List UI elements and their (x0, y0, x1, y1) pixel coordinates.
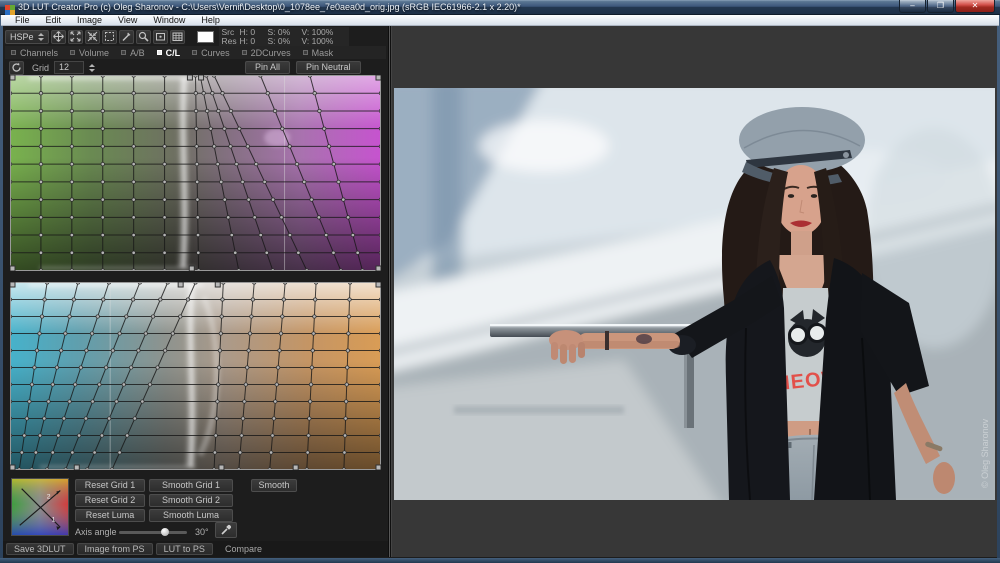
grid-view-button[interactable] (170, 30, 185, 44)
frame-tool-button[interactable] (153, 30, 168, 44)
refresh-icon (11, 62, 22, 73)
marquee-tool-button[interactable] (102, 30, 117, 44)
main-content: HSPe (3, 26, 997, 557)
menu-window[interactable]: Window (145, 15, 193, 25)
picker-icon (121, 31, 132, 42)
move-tool-button[interactable] (51, 30, 66, 44)
current-color-swatch[interactable] (197, 31, 214, 43)
reset-grid1-button[interactable]: Reset Grid 1 (75, 479, 145, 492)
res-val: V: 100% (302, 37, 346, 46)
photo-background (394, 88, 995, 500)
title-bar[interactable]: 3D LUT Creator Pro (c) Oleg Sharonov - C… (0, 0, 1000, 15)
color-grid-editor[interactable] (10, 75, 381, 271)
res-hue: H: 0 (240, 37, 268, 46)
grid-label: Grid (32, 63, 49, 73)
axis-angle-label: Axis angle (75, 527, 117, 537)
image-from-ps-button[interactable]: Image from PS (77, 543, 153, 555)
frame-icon (155, 31, 166, 42)
tab-curves[interactable]: Curves (186, 46, 236, 59)
axis-1-label: 1 (52, 516, 56, 523)
footer-bar: Save 3DLUT Image from PS LUT to PS Compa… (3, 541, 388, 557)
app-window: 3D LUT Creator Pro (c) Oleg Sharonov - C… (0, 0, 1000, 563)
image-viewer: MEOW (392, 26, 997, 557)
tab-ab[interactable]: A/B (115, 46, 151, 59)
lut-to-ps-button[interactable]: LUT to PS (156, 543, 213, 555)
photo-watermark: © Oleg Sharonov (980, 418, 990, 488)
marquee-icon (104, 31, 115, 42)
minimize-button[interactable]: – (899, 0, 926, 13)
grid-size-spinner[interactable] (89, 64, 95, 72)
pin-all-button[interactable]: Pin All (245, 61, 290, 74)
grid-icon (172, 31, 183, 42)
tab-2dcurves[interactable]: 2DCurves (236, 46, 297, 59)
axis-angle-slider[interactable] (119, 531, 187, 534)
expand-tool-button[interactable] (68, 30, 83, 44)
expand-icon (70, 31, 81, 42)
smooth-grid1-button[interactable]: Smooth Grid 1 (149, 479, 233, 492)
menu-image[interactable]: Image (69, 15, 110, 25)
compare-button[interactable]: Compare (225, 544, 262, 554)
menu-view[interactable]: View (110, 15, 145, 25)
refresh-button[interactable] (9, 61, 24, 75)
eyedropper-button[interactable] (215, 522, 237, 538)
zoom-tool-button[interactable] (136, 30, 151, 44)
preview-image[interactable]: MEOW (394, 88, 995, 500)
smooth-grid2-button[interactable]: Smooth Grid 2 (149, 494, 233, 507)
tab-mask[interactable]: Mask (297, 46, 340, 59)
app-icon (5, 2, 15, 12)
window-controls: – ❐ ✕ (898, 0, 995, 13)
toolbar: HSPe (5, 28, 386, 45)
slider-thumb[interactable] (161, 528, 169, 536)
contract-tool-button[interactable] (85, 30, 100, 44)
move-icon (53, 31, 64, 42)
tab-channels[interactable]: Channels (5, 46, 64, 59)
tab-cl[interactable]: C/L (151, 46, 187, 59)
save-3dlut-button[interactable]: Save 3DLUT (6, 543, 74, 555)
eyedropper-icon (220, 524, 232, 536)
reset-grid2-button[interactable]: Reset Grid 2 (75, 494, 145, 507)
color-mode-select[interactable]: HSPe (5, 30, 49, 44)
menu-file[interactable]: File (7, 15, 38, 25)
tab-volume[interactable]: Volume (64, 46, 115, 59)
close-button[interactable]: ✕ (955, 0, 995, 13)
luma-grid-editor[interactable] (10, 282, 381, 470)
mode-tabs: Channels Volume A/B C/L Curves 2DCurves … (5, 46, 386, 59)
mode-spinner[interactable] (38, 33, 44, 41)
smooth-luma-button[interactable]: Smooth Luma (149, 509, 233, 522)
axis-angle-value: 30° (195, 527, 209, 537)
tools-panel: HSPe (3, 26, 388, 557)
ab-plane-wheel[interactable]: 2 1 (11, 478, 69, 536)
contract-icon (87, 31, 98, 42)
pin-neutral-button[interactable]: Pin Neutral (296, 61, 361, 74)
res-sat: S: 0% (268, 37, 302, 46)
maximize-button[interactable]: ❐ (927, 0, 954, 13)
grid-size-field[interactable]: 12 (54, 61, 84, 74)
reset-luma-button[interactable]: Reset Luma (75, 509, 145, 522)
menu-bar: File Edit Image View Window Help (1, 15, 999, 26)
res-label: Res (222, 37, 240, 46)
zoom-icon (138, 31, 149, 42)
picker-tool-button[interactable] (119, 30, 134, 44)
window-title: 3D LUT Creator Pro (c) Oleg Sharonov - C… (18, 2, 521, 12)
window-border-bottom (0, 558, 1000, 563)
smooth-button[interactable]: Smooth (251, 479, 297, 492)
grid-settings-bar: Grid 12 Pin All Pin Neutral (5, 60, 386, 75)
color-readout: Src H: 0 S: 0% V: 100% Res H: 0 S: 0% V:… (219, 27, 349, 46)
menu-edit[interactable]: Edit (38, 15, 70, 25)
menu-help[interactable]: Help (193, 15, 228, 25)
grid-controls: 2 1 Reset Grid 1 Smooth Grid 1 Reset Gri… (3, 476, 388, 540)
axis-2-label: 2 (47, 493, 51, 500)
